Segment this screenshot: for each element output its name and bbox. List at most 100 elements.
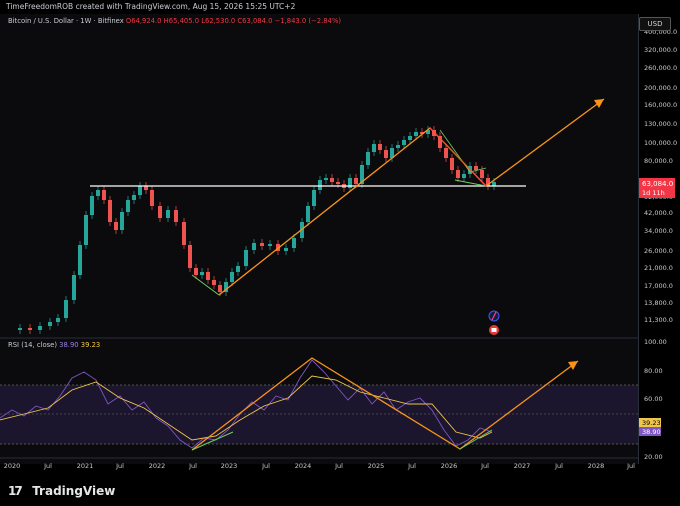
candle-series (18, 126, 496, 334)
candle-body (48, 322, 52, 326)
price-tick-label: 80,000.0 (644, 157, 673, 165)
time-tick-label: Jul (407, 462, 416, 470)
rsi-tick-label: 80.00 (644, 367, 663, 375)
candle-body (324, 178, 328, 180)
candle-body (236, 266, 240, 272)
candle-body (402, 140, 406, 145)
candle-body (144, 186, 148, 190)
price-tick-label: 21,000.0 (644, 264, 673, 272)
rsi-label: RSI (14, close) (8, 341, 57, 349)
candle-body (230, 272, 234, 282)
time-tick-label: Jul (480, 462, 489, 470)
candle-body (444, 148, 448, 158)
candle-body (366, 152, 370, 165)
rsi-tick-label: 20.00 (644, 453, 663, 461)
candle-body (456, 170, 460, 178)
candle-body (260, 243, 264, 246)
tradingview-logo[interactable]: 17 TradingView (8, 484, 115, 498)
candle-body (102, 190, 106, 200)
time-tick-label: Jul (554, 462, 563, 470)
candle-body (174, 210, 178, 222)
candle-body (158, 206, 162, 218)
countdown-label: 1d 11h (642, 189, 665, 197)
candle-body (378, 144, 382, 150)
rsi-tick-label: 100.00 (644, 338, 667, 346)
candle-body (28, 328, 32, 330)
price-tick-label: 200,000.0 (644, 84, 677, 92)
brand-name: TradingView (32, 484, 116, 498)
rsi-value-badge-label: 38.90 (642, 428, 661, 436)
candle-body (306, 206, 310, 222)
price-arrowhead (594, 99, 604, 108)
time-axis[interactable]: 2020 Jul 2021 Jul 2022 Jul 2023 Jul 2024 Jul 2025 J… (4, 462, 635, 470)
candle-body (474, 166, 478, 170)
time-tick-label: 2021 (77, 462, 94, 470)
candle-body (38, 326, 42, 330)
candle-body (194, 268, 198, 275)
symbol-title: Bitcoin / U.S. Dollar · 1W · Bitfinex (8, 17, 124, 25)
flag-event-icon[interactable] (489, 325, 499, 335)
time-tick-label: 2026 (441, 462, 458, 470)
rsi-arrowhead (568, 361, 578, 370)
candle-body (96, 190, 100, 196)
candle-body (72, 275, 76, 300)
price-axis-ticks[interactable]: 400,000.0320,000.0260,000.0200,000.0160,… (644, 28, 677, 324)
candle-body (354, 178, 358, 184)
time-tick-label: 2024 (295, 462, 312, 470)
candle-body (150, 190, 154, 206)
candle-body (182, 222, 186, 245)
time-tick-label: 2023 (221, 462, 238, 470)
candle-body (462, 174, 466, 178)
rsi-ma-badge-label: 39.23 (642, 419, 661, 427)
candle-body (450, 158, 454, 170)
candle-body (114, 222, 118, 230)
candle-body (318, 180, 322, 190)
candle-body (336, 182, 340, 184)
candle-body (384, 150, 388, 158)
time-tick-label: Jul (626, 462, 635, 470)
candle-body (108, 200, 112, 222)
rsi-axis-ticks[interactable]: 100.00 80.00 60.00 20.00 (644, 338, 667, 461)
candle-body (480, 170, 484, 178)
time-tick-label: 2022 (149, 462, 166, 470)
halving-event-icon[interactable] (488, 310, 500, 322)
candle-body (206, 272, 210, 280)
tradingview-logo-icon: 17 (8, 484, 23, 498)
candle-body (78, 245, 82, 275)
time-tick-label: 2028 (588, 462, 605, 470)
time-tick-label: 2025 (368, 462, 385, 470)
price-trendline[interactable] (218, 98, 605, 296)
candle-body (188, 245, 192, 268)
candle-body (244, 250, 248, 266)
rsi-ma-value: 39.23 (80, 341, 101, 349)
time-tick-label: Jul (261, 462, 270, 470)
rsi-value: 38.90 (59, 341, 79, 349)
candle-body (396, 145, 400, 148)
candle-body (212, 280, 216, 285)
candle-body (218, 285, 222, 292)
candle-body (408, 136, 412, 140)
currency-button[interactable]: USD (639, 17, 671, 31)
price-tick-label: 13,800.0 (644, 299, 673, 307)
candle-body (312, 190, 316, 206)
candle-body (18, 328, 22, 330)
price-tick-label: 160,000.0 (644, 101, 677, 109)
candle-body (200, 272, 204, 275)
candle-body (120, 212, 124, 230)
candle-body (64, 300, 68, 318)
chart-canvas[interactable]: 400,000.0320,000.0260,000.0200,000.0160,… (0, 0, 680, 506)
price-tick-label: 260,000.0 (644, 64, 677, 72)
candle-body (126, 200, 130, 212)
candle-body (132, 195, 136, 200)
candle-body (90, 196, 94, 215)
symbol-legend[interactable]: Bitcoin / U.S. Dollar · 1W · Bitfinex O6… (8, 17, 341, 25)
candle-body (56, 318, 60, 322)
last-price-label: 63,084.0 (642, 180, 673, 188)
rsi-tick-label: 60.00 (644, 395, 663, 403)
rsi-legend[interactable]: RSI (14, close) 38.90 39.23 (8, 341, 100, 349)
price-tick-label: 130,000.0 (644, 120, 677, 128)
time-tick-label: Jul (115, 462, 124, 470)
ohlc-values: O64,924.0 H65,405.0 L62,530.0 C63,084.0 … (125, 17, 341, 25)
candle-body (268, 244, 272, 246)
candle-body (414, 132, 418, 136)
